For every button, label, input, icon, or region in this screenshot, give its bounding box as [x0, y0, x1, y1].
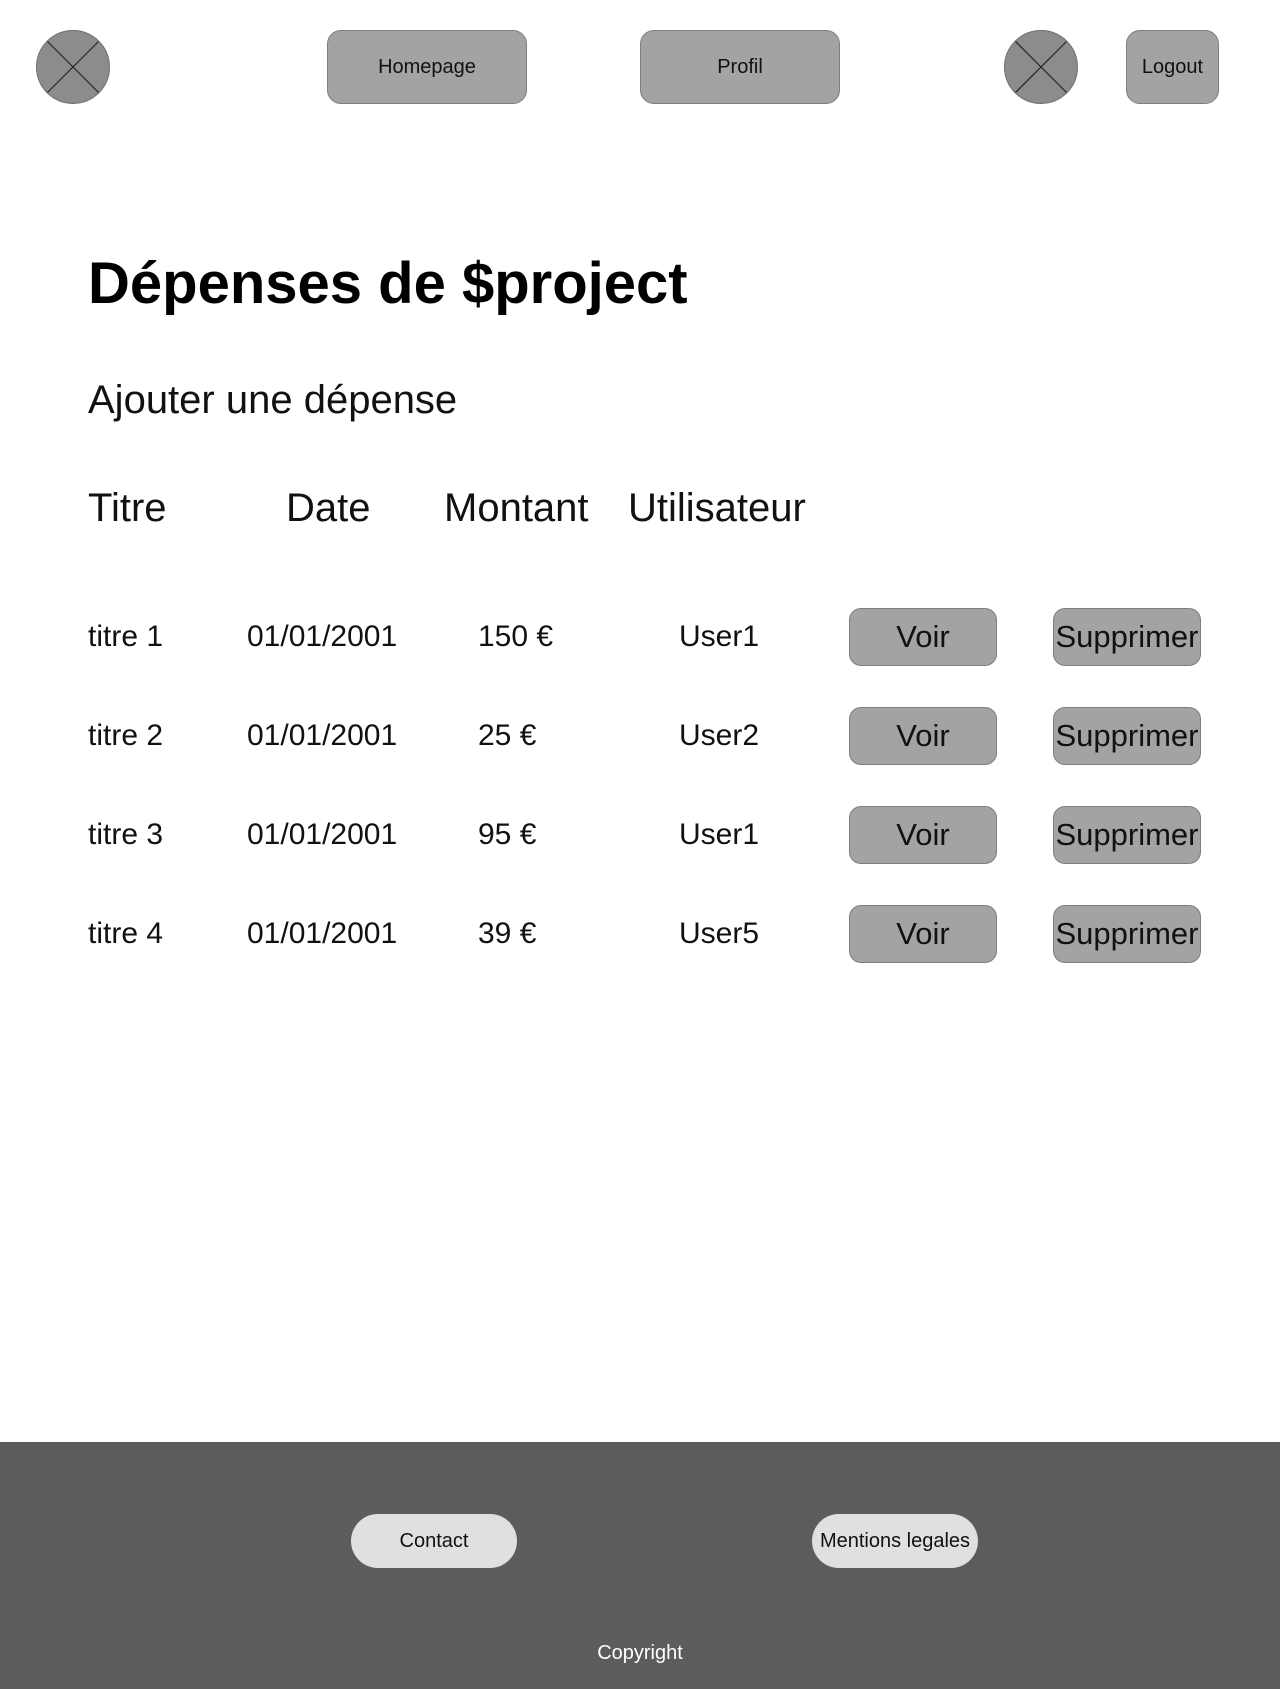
view-button[interactable]: Voir	[849, 608, 997, 666]
cell-titre: titre 2	[88, 719, 164, 752]
cell-titre: titre 1	[88, 620, 164, 653]
avatar-image-placeholder-icon[interactable]	[1004, 30, 1078, 104]
page-title: Dépenses de $project	[88, 251, 688, 316]
column-header-titre: Titre	[88, 486, 167, 530]
view-button[interactable]: Voir	[849, 806, 997, 864]
cell-utilisateur: User1	[679, 818, 760, 851]
cell-titre: titre 4	[88, 917, 164, 950]
column-header-utilisateur: Utilisateur	[628, 486, 806, 530]
logo-image-placeholder-icon[interactable]	[36, 30, 110, 104]
column-header-date: Date	[286, 486, 371, 530]
cell-date: 01/01/2001	[247, 818, 398, 851]
cell-montant: 95 €	[478, 818, 537, 851]
logout-button[interactable]: Logout	[1126, 30, 1219, 104]
view-button[interactable]: Voir	[849, 905, 997, 963]
cell-date: 01/01/2001	[247, 719, 398, 752]
page: Homepage Profil Logout Dépenses de $proj…	[0, 0, 1280, 1689]
mentions-legales-button[interactable]: Mentions legales	[812, 1514, 978, 1568]
nav-profil-button[interactable]: Profil	[640, 30, 840, 104]
cell-montant: 150 €	[478, 620, 554, 653]
cell-date: 01/01/2001	[247, 917, 398, 950]
contact-button[interactable]: Contact	[351, 1514, 517, 1568]
copyright-text: Copyright	[597, 1642, 683, 1664]
cell-date: 01/01/2001	[247, 620, 398, 653]
delete-button[interactable]: Supprimer	[1053, 905, 1201, 963]
delete-button[interactable]: Supprimer	[1053, 608, 1201, 666]
column-header-montant: Montant	[444, 486, 589, 530]
cell-titre: titre 3	[88, 818, 164, 851]
view-button[interactable]: Voir	[849, 707, 997, 765]
cell-utilisateur: User5	[679, 917, 760, 950]
cell-utilisateur: User1	[679, 620, 760, 653]
delete-button[interactable]: Supprimer	[1053, 707, 1201, 765]
nav-homepage-button[interactable]: Homepage	[327, 30, 527, 104]
cell-montant: 25 €	[478, 719, 537, 752]
cell-montant: 39 €	[478, 917, 537, 950]
delete-button[interactable]: Supprimer	[1053, 806, 1201, 864]
cell-utilisateur: User2	[679, 719, 760, 752]
footer: Contact Mentions legales Copyright	[0, 1442, 1280, 1689]
add-expense-link[interactable]: Ajouter une dépense	[88, 378, 457, 423]
